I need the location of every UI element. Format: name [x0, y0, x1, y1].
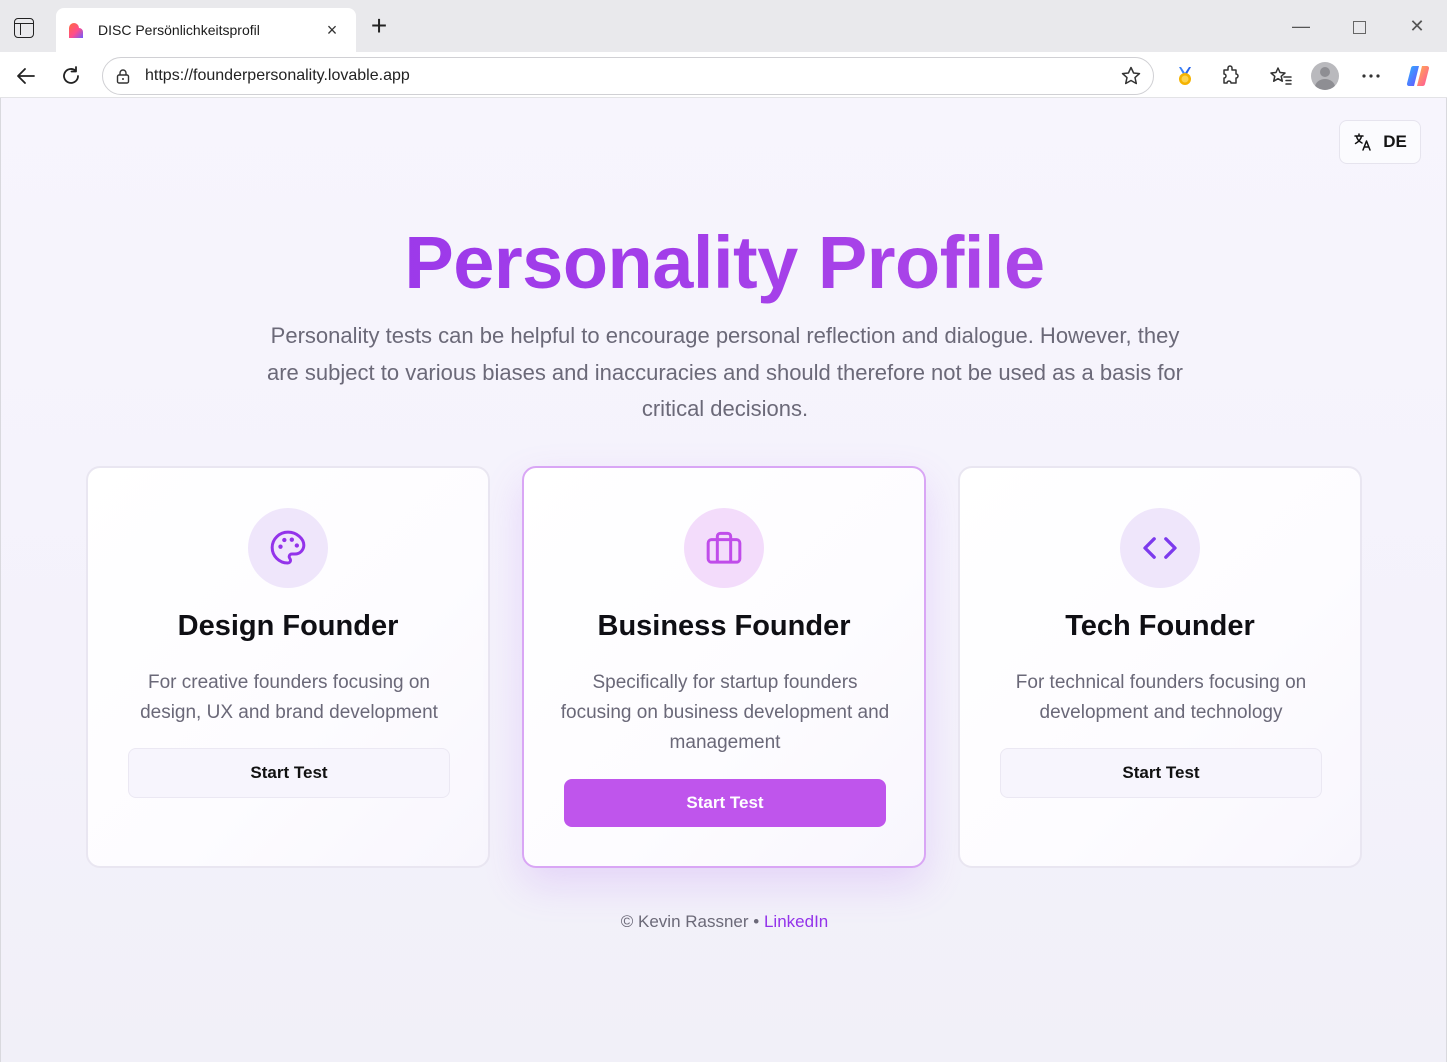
maximize-button[interactable] — [1344, 12, 1374, 40]
card-title: Business Founder — [597, 610, 851, 642]
card-description: For creative founders focusing on design… — [140, 672, 438, 723]
footer-separator: • — [748, 912, 764, 931]
card-description: Specifically for startup founders focusi… — [560, 672, 890, 753]
lock-icon — [115, 68, 131, 84]
briefcase-icon — [706, 531, 742, 564]
tab-title: DISC Persönlichkeitsprofil — [98, 22, 260, 38]
minimize-button[interactable]: — — [1286, 12, 1316, 40]
avatar — [1311, 62, 1339, 90]
medal-extension-icon[interactable] — [1171, 62, 1199, 90]
lovable-favicon-icon — [66, 20, 86, 40]
card-icon-circle — [1120, 508, 1200, 588]
reload-button[interactable] — [57, 62, 85, 90]
page-title: Personality Profile — [1, 218, 1447, 308]
maximize-icon — [1352, 20, 1366, 34]
page-content: DE Personality Profile Personality tests… — [0, 98, 1447, 1062]
linkedin-link[interactable]: LinkedIn — [764, 912, 828, 931]
browser-toolbar: https://founderpersonality.lovable.app — [0, 52, 1447, 98]
url-text: https://founderpersonality.lovable.app — [145, 67, 410, 84]
back-arrow-icon — [17, 68, 35, 84]
translate-icon — [1354, 133, 1371, 151]
card-icon-circle — [248, 508, 328, 588]
page-subtitle: Personality tests can be helpful to enco… — [267, 323, 1183, 421]
back-button[interactable] — [12, 62, 40, 90]
browser-tab[interactable]: DISC Persönlichkeitsprofil × — [56, 8, 356, 52]
tab-actions-icon[interactable] — [14, 18, 34, 38]
start-test-button[interactable]: Start Test — [564, 779, 886, 827]
tab-close-icon[interactable]: × — [322, 20, 342, 41]
start-test-button[interactable]: Start Test — [128, 748, 450, 798]
card-design-founder: Design Founder For creative founders foc… — [86, 466, 490, 868]
more-menu-icon[interactable] — [1357, 62, 1385, 90]
start-test-button[interactable]: Start Test — [1000, 748, 1322, 798]
extensions-icon[interactable] — [1217, 62, 1245, 90]
card-tech-founder: Tech Founder For technical founders focu… — [958, 466, 1362, 868]
browser-titlebar: DISC Persönlichkeitsprofil × + — ✕ — [0, 0, 1447, 52]
language-toggle-button[interactable]: DE — [1339, 120, 1421, 164]
card-title: Tech Founder — [1065, 610, 1255, 642]
footer: © Kevin Rassner • LinkedIn — [1, 912, 1447, 932]
profile-button[interactable] — [1311, 62, 1339, 90]
footer-copyright: © Kevin Rassner — [620, 912, 749, 931]
close-window-button[interactable]: ✕ — [1402, 12, 1432, 40]
language-label: DE — [1383, 132, 1407, 151]
favorite-star-icon[interactable] — [1119, 64, 1143, 88]
palette-icon — [270, 530, 306, 565]
address-bar[interactable]: https://founderpersonality.lovable.app — [102, 57, 1154, 95]
card-description: For technical founders focusing on devel… — [1015, 672, 1307, 723]
copilot-icon[interactable] — [1404, 62, 1432, 90]
card-title: Design Founder — [177, 610, 399, 642]
favorites-icon[interactable] — [1267, 62, 1295, 90]
reload-icon — [63, 66, 79, 84]
code-icon — [1143, 537, 1177, 559]
card-icon-circle — [684, 508, 764, 588]
new-tab-button[interactable]: + — [366, 12, 392, 40]
card-business-founder: Business Founder Specifically for startu… — [522, 466, 926, 868]
